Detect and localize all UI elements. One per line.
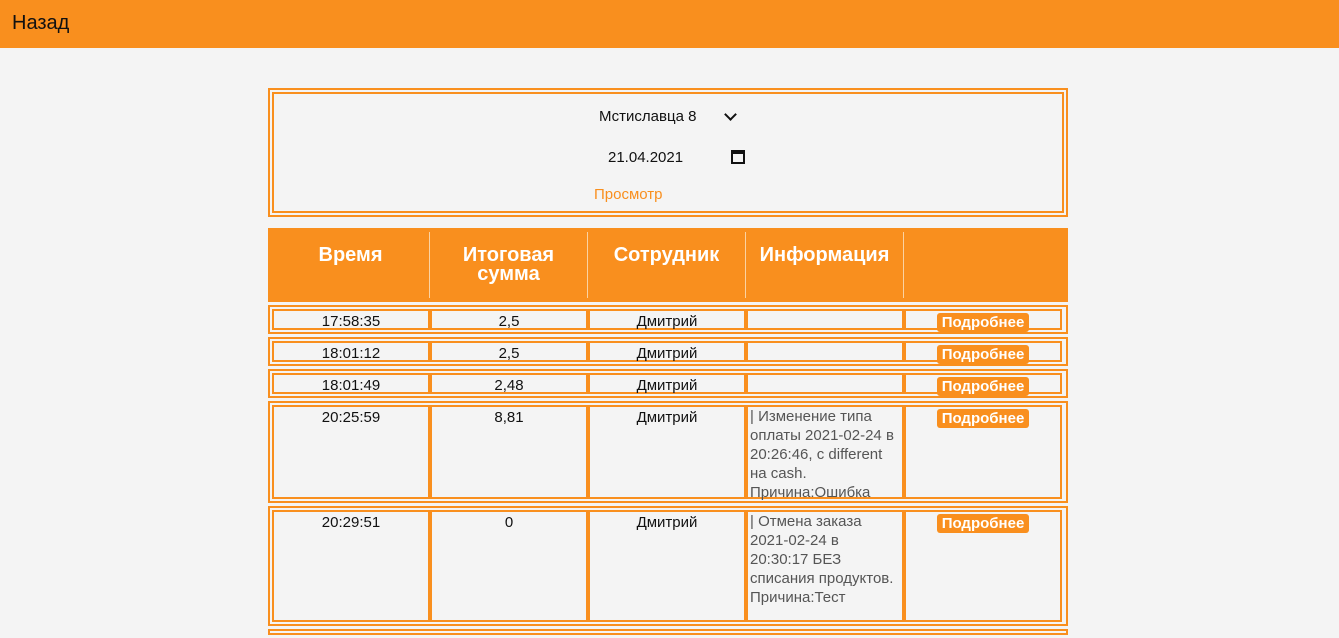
header-time: Время [272,232,430,298]
filter-panel: Мстиславца 8 21.04.2021 Просмотр [268,88,1068,217]
date-input-value: 21.04.2021 [608,148,684,166]
details-button[interactable]: Подробнее [936,409,1030,428]
table-row: 17:58:35 2,5 Дмитрий Подробнее [268,305,1068,334]
location-select[interactable]: Мстиславца 8 [599,105,739,127]
header-employee: Сотрудник [588,232,746,298]
cell-info: | Отмена заказа 2021-02-24 в 20:30:17 БЕ… [746,510,904,622]
header-total: Итоговая сумма [430,232,588,298]
details-button[interactable]: Подробнее [936,313,1030,332]
cell-actions: Подробнее [904,309,1062,332]
filter-panel-inner: Мстиславца 8 21.04.2021 Просмотр [272,92,1064,213]
table-row: 18:01:12 2,5 Дмитрий Подробнее [268,337,1068,366]
header-actions [904,232,1062,298]
calendar-icon[interactable] [731,150,745,164]
cell-total: 2,5 [430,341,588,362]
cell-time: 20:25:59 [272,405,430,499]
cell-info [746,309,904,330]
table-row: 18:01:49 2,48 Дмитрий Подробнее [268,369,1068,398]
table-row: 20:25:59 8,81 Дмитрий | Изменение типа о… [268,401,1068,503]
view-button[interactable]: Просмотр [594,186,663,203]
cell-employee: Дмитрий [588,341,746,362]
cell-actions: Подробнее [904,405,1062,499]
cell-total: 2,48 [430,373,588,394]
table-header-row: Время Итоговая сумма Сотрудник Информаци… [268,228,1068,302]
cell-employee: Дмитрий [588,510,746,622]
cell-employee: Дмитрий [588,373,746,394]
table-row [268,629,1068,635]
cell-info [746,373,904,394]
details-button[interactable]: Подробнее [936,345,1030,364]
back-link[interactable]: Назад [12,12,69,35]
cell-time: 20:29:51 [272,510,430,622]
header-info: Информация [746,232,904,298]
location-select-value: Мстиславца 8 [599,107,697,125]
chevron-down-icon [724,107,737,121]
date-input[interactable]: 21.04.2021 [608,146,748,168]
top-bar: Назад [0,0,1339,48]
table-row: 20:29:51 0 Дмитрий | Отмена заказа 2021-… [268,506,1068,626]
cell-time: 18:01:49 [272,373,430,394]
cell-info [746,341,904,362]
cell-actions: Подробнее [904,341,1062,364]
cell-time: 18:01:12 [272,341,430,362]
cell-time: 17:58:35 [272,309,430,330]
orders-table: Время Итоговая сумма Сотрудник Информаци… [268,228,1068,638]
cell-actions: Подробнее [904,510,1062,622]
cell-total: 2,5 [430,309,588,330]
cell-actions: Подробнее [904,373,1062,396]
cell-total: 0 [430,510,588,622]
details-button[interactable]: Подробнее [936,377,1030,396]
cell-total: 8,81 [430,405,588,499]
cell-employee: Дмитрий [588,309,746,330]
cell-info: | Изменение типа оплаты 2021-02-24 в 20:… [746,405,904,501]
cell-employee: Дмитрий [588,405,746,499]
details-button[interactable]: Подробнее [936,514,1030,533]
